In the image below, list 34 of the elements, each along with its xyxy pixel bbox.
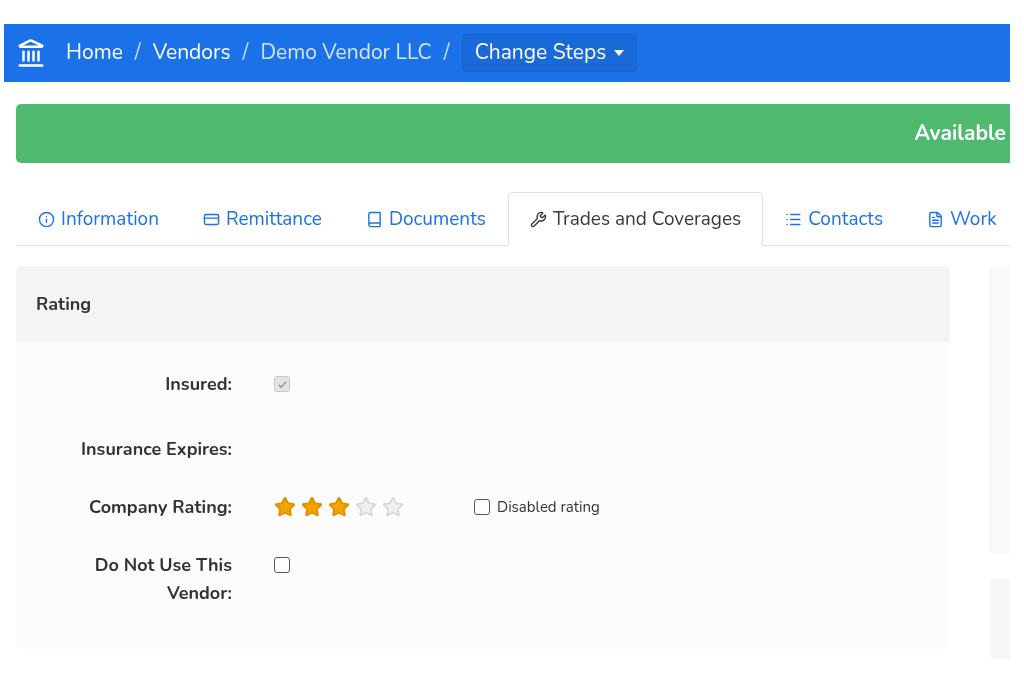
change-steps-button[interactable]: Change Steps xyxy=(461,34,638,72)
option-label: Disabled rating xyxy=(497,495,600,519)
breadcrumb-link[interactable]: Demo Vendor LLC xyxy=(260,37,432,69)
tab[interactable]: Contacts xyxy=(763,192,906,246)
tab-icon xyxy=(529,210,547,228)
checkbox[interactable] xyxy=(274,557,290,573)
star-icon xyxy=(355,496,377,518)
star-icon xyxy=(274,496,296,518)
tab[interactable]: Remittance xyxy=(180,192,344,246)
breadcrumb-separator: / xyxy=(134,37,141,69)
bank-icon xyxy=(16,38,46,68)
tab[interactable]: Work xyxy=(905,192,1010,246)
caret-icon xyxy=(614,50,625,56)
panel-title: Rating xyxy=(36,290,92,318)
status-text: Available xyxy=(914,117,1006,149)
star-icon xyxy=(301,496,323,518)
breadcrumb-link[interactable]: Vendors xyxy=(152,37,231,69)
tab-icon xyxy=(365,210,383,228)
checkbox[interactable] xyxy=(474,499,490,515)
breadcrumb-separator: / xyxy=(242,37,249,69)
field-label: Insured: xyxy=(164,371,232,398)
tab-icon xyxy=(927,210,945,228)
check-icon xyxy=(276,378,288,390)
breadcrumb-separator: / xyxy=(443,37,450,69)
star-icon xyxy=(328,496,350,518)
tab[interactable]: Documents xyxy=(343,192,508,246)
field-label: Company Rating: xyxy=(88,494,232,521)
field-label: Do Not Use This Vendor: xyxy=(93,552,232,607)
field-label: Insurance Expires: xyxy=(80,436,232,463)
tab[interactable]: Information xyxy=(16,192,181,246)
star-icon xyxy=(382,496,404,518)
tab[interactable]: Trades and Coverages xyxy=(507,192,764,246)
tab-icon xyxy=(38,210,55,228)
breadcrumb-link[interactable]: Home xyxy=(66,37,123,69)
